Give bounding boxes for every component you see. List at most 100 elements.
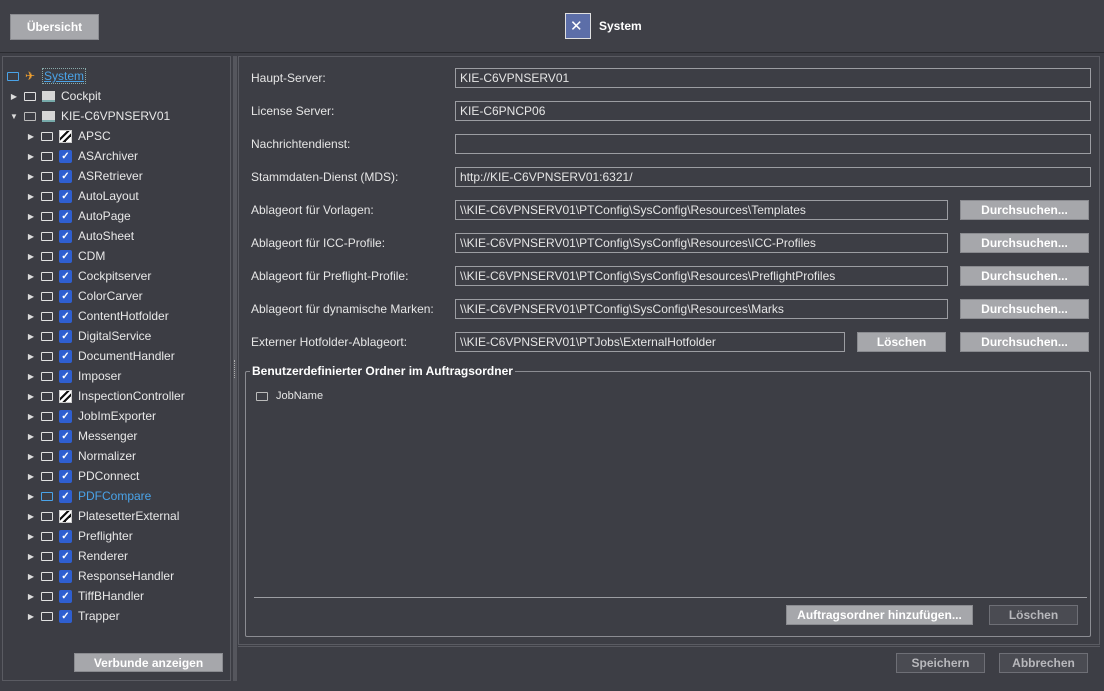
expand-arrow-icon[interactable]: ▶	[27, 432, 35, 441]
tree-item-service[interactable]: ▶ ✓ DigitalService	[27, 327, 151, 345]
expand-arrow-icon[interactable]: ▶	[27, 232, 35, 241]
marks-field[interactable]	[455, 299, 948, 319]
main-server-label: Haupt-Server:	[251, 71, 326, 85]
expand-arrow-icon[interactable]: ▶	[27, 512, 35, 521]
tree-item-service[interactable]: ▶ PlatesetterExternal	[27, 507, 179, 525]
system-icon: ✈	[25, 69, 36, 83]
icc-label: Ablageort für ICC-Profile:	[251, 236, 386, 250]
folder-icon	[41, 491, 53, 501]
service-running-icon: ✓	[59, 369, 72, 383]
delete-job-folder-button[interactable]: Löschen	[989, 605, 1078, 625]
tree-item-cockpit[interactable]: ▶ Cockpit	[10, 87, 101, 105]
browse-icc-button[interactable]: Durchsuchen...	[960, 233, 1089, 253]
expand-arrow-icon[interactable]: ▶	[10, 92, 18, 101]
mds-field[interactable]	[455, 167, 1091, 187]
service-running-icon: ✓	[59, 549, 72, 563]
tree-item-label[interactable]: System	[42, 68, 87, 84]
splitter-grip-icon[interactable]	[234, 360, 237, 378]
tree-item-service[interactable]: ▶ APSC	[27, 127, 111, 145]
tree-item-service[interactable]: ▶ ✓ Messenger	[27, 427, 137, 445]
expand-arrow-icon[interactable]: ▶	[27, 392, 35, 401]
folder-icon	[41, 531, 53, 541]
expand-arrow-icon[interactable]: ▶	[27, 572, 35, 581]
service-running-icon: ✓	[59, 409, 72, 423]
computer-icon	[42, 90, 55, 102]
job-folder-item[interactable]: JobName	[256, 390, 323, 402]
browse-preflight-button[interactable]: Durchsuchen...	[960, 266, 1089, 286]
tree-item-service[interactable]: ▶ ✓ PDFCompare	[27, 487, 151, 505]
expand-arrow-icon[interactable]: ▶	[27, 312, 35, 321]
tree-item-service[interactable]: ▶ ✓ ASRetriever	[27, 167, 143, 185]
license-server-field[interactable]	[455, 101, 1091, 121]
tree-item-service[interactable]: ▶ ✓ ResponseHandler	[27, 567, 174, 585]
expand-arrow-icon[interactable]: ▶	[27, 152, 35, 161]
expand-arrow-icon[interactable]: ▶	[27, 132, 35, 141]
expand-arrow-icon[interactable]: ▶	[27, 532, 35, 541]
tree-item-service[interactable]: ▶ ✓ AutoPage	[27, 207, 131, 225]
tree-item-service[interactable]: ▶ ✓ JobImExporter	[27, 407, 156, 425]
page-title: System	[599, 19, 642, 33]
delete-hotfolder-button[interactable]: Löschen	[857, 332, 946, 352]
expand-arrow-icon[interactable]: ▶	[27, 592, 35, 601]
collapse-arrow-icon[interactable]: ▼	[10, 112, 18, 121]
expand-arrow-icon[interactable]: ▶	[27, 272, 35, 281]
marks-label: Ablageort für dynamische Marken:	[251, 302, 434, 316]
cancel-button[interactable]: Abbrechen	[999, 653, 1088, 673]
expand-arrow-icon[interactable]: ▶	[27, 292, 35, 301]
show-groups-button[interactable]: Verbunde anzeigen	[74, 653, 223, 672]
expand-arrow-icon[interactable]: ▶	[27, 332, 35, 341]
license-server-label: License Server:	[251, 104, 335, 118]
expand-arrow-icon[interactable]: ▶	[27, 452, 35, 461]
add-job-folder-button[interactable]: Auftragsordner hinzufügen...	[786, 605, 973, 625]
folder-icon	[41, 431, 53, 441]
expand-arrow-icon[interactable]: ▶	[27, 212, 35, 221]
tree-item-service[interactable]: ▶ ✓ Normalizer	[27, 447, 136, 465]
message-service-field[interactable]	[455, 134, 1091, 154]
tree-item-service[interactable]: ▶ ✓ Preflighter	[27, 527, 133, 545]
tree-item-service[interactable]: ▶ ✓ Imposer	[27, 367, 121, 385]
tree-item-service[interactable]: ▶ ✓ ASArchiver	[27, 147, 138, 165]
expand-arrow-icon[interactable]: ▶	[27, 372, 35, 381]
service-running-icon: ✓	[59, 589, 72, 603]
service-running-icon: ✓	[59, 449, 72, 463]
tree-item-service[interactable]: ▶ ✓ ColorCarver	[27, 287, 143, 305]
tree-item-service[interactable]: ▶ ✓ Renderer	[27, 547, 128, 565]
tree-item-service[interactable]: ▶ ✓ Trapper	[27, 607, 120, 625]
browse-marks-button[interactable]: Durchsuchen...	[960, 299, 1089, 319]
tree-item-label: Messenger	[78, 429, 138, 443]
tree-item-service[interactable]: ▶ ✓ CDM	[27, 247, 105, 265]
tree-item-system[interactable]: ✈ System	[7, 67, 87, 85]
expand-arrow-icon[interactable]: ▶	[27, 492, 35, 501]
tree-item-service[interactable]: ▶ ✓ PDConnect	[27, 467, 139, 485]
tree-item-service[interactable]: ▶ ✓ TiffBHandler	[27, 587, 144, 605]
expand-arrow-icon[interactable]: ▶	[27, 192, 35, 201]
tree-item-service[interactable]: ▶ ✓ AutoSheet	[27, 227, 134, 245]
save-button[interactable]: Speichern	[896, 653, 985, 673]
overview-button[interactable]: Übersicht	[10, 14, 99, 40]
expand-arrow-icon[interactable]: ▶	[27, 352, 35, 361]
footer-divider	[238, 646, 1100, 647]
tree-item-server[interactable]: ▼ KIE-C6VPNSERV01	[10, 107, 170, 125]
browse-templates-button[interactable]: Durchsuchen...	[960, 200, 1089, 220]
expand-arrow-icon[interactable]: ▶	[27, 472, 35, 481]
main-server-field[interactable]	[455, 68, 1091, 88]
expand-arrow-icon[interactable]: ▶	[27, 412, 35, 421]
folder-icon	[41, 311, 53, 321]
expand-arrow-icon[interactable]: ▶	[27, 552, 35, 561]
icc-field[interactable]	[455, 233, 948, 253]
top-bar	[0, 0, 1104, 53]
preflight-field[interactable]	[455, 266, 948, 286]
folder-icon	[41, 471, 53, 481]
templates-field[interactable]	[455, 200, 948, 220]
tree-item-service[interactable]: ▶ ✓ DocumentHandler	[27, 347, 175, 365]
tree-item-service[interactable]: ▶ ✓ AutoLayout	[27, 187, 139, 205]
expand-arrow-icon[interactable]: ▶	[27, 252, 35, 261]
browse-hotfolder-button[interactable]: Durchsuchen...	[960, 332, 1089, 352]
tree-item-service[interactable]: ▶ InspectionController	[27, 387, 185, 405]
hotfolder-field[interactable]	[455, 332, 845, 352]
expand-arrow-icon[interactable]: ▶	[27, 172, 35, 181]
folder-icon	[41, 591, 53, 601]
tree-item-service[interactable]: ▶ ✓ Cockpitserver	[27, 267, 151, 285]
tree-item-service[interactable]: ▶ ✓ ContentHotfolder	[27, 307, 169, 325]
expand-arrow-icon[interactable]: ▶	[27, 612, 35, 621]
